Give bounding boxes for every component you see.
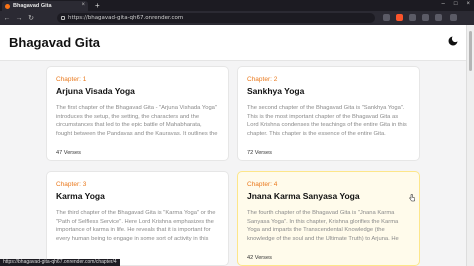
lock-icon (61, 16, 65, 20)
verse-count: 72 Verses (247, 150, 272, 156)
window-controls: – □ × (442, 1, 470, 7)
chapter-number: Chapter: 1 (56, 76, 87, 83)
chapter-summary: The third chapter of the Bhagavad Gita i… (56, 210, 216, 242)
chapter-card[interactable]: Chapter: 1 Arjuna Visada Yoga The first … (46, 66, 229, 161)
site-title[interactable]: Bhagavad Gita (9, 35, 100, 50)
reload-icon[interactable]: ↻ (26, 14, 36, 22)
hand-cursor-icon (409, 194, 415, 202)
window-close-icon[interactable]: × (466, 1, 470, 7)
chapter-number: Chapter: 3 (56, 181, 87, 188)
chapter-summary: The fourth chapter of the Bhagavad Gita … (247, 210, 399, 242)
maximize-icon[interactable]: □ (454, 1, 458, 7)
chapter-number: Chapter: 4 (247, 181, 278, 188)
page-scrollbar[interactable] (466, 25, 474, 266)
scrollbar-thumb[interactable] (469, 31, 472, 71)
address-bar[interactable]: https://bhagavad-gita-qh67.onrender.com (57, 13, 375, 23)
sidebar-icon[interactable] (435, 14, 442, 21)
chapter-name: Karma Yoga (56, 191, 105, 201)
site-favicon-icon (5, 3, 10, 9)
chapter-name: Sankhya Yoga (247, 86, 305, 96)
verse-count: 47 Verses (56, 150, 81, 156)
browser-tab-bar: Bhagavad Gita × + – □ × (0, 0, 474, 11)
link-status-bar: https://bhagavad-gita-qh67.onrender.com/… (0, 259, 120, 266)
forward-icon[interactable]: → (14, 15, 24, 22)
chapter-card[interactable]: Chapter: 3 Karma Yoga The third chapter … (46, 171, 229, 266)
back-icon[interactable]: ← (2, 15, 12, 22)
chapter-card-hovered[interactable]: Chapter: 4 Jnana Karma Sanyasa Yoga The … (237, 171, 420, 266)
menu-icon[interactable] (450, 14, 457, 21)
chapter-card[interactable]: Chapter: 2 Sankhya Yoga The second chapt… (237, 66, 420, 161)
browser-tab[interactable]: Bhagavad Gita × (2, 1, 88, 11)
address-url: https://bhagavad-gita-qh67.onrender.com (68, 15, 184, 21)
brave-shield-icon[interactable] (396, 14, 403, 21)
chapter-summary: The second chapter of the Bhagavad Gita … (247, 105, 407, 137)
tab-title: Bhagavad Gita (13, 3, 52, 9)
new-tab-button[interactable]: + (95, 1, 100, 10)
chapter-number: Chapter: 2 (247, 76, 278, 83)
extension-icon[interactable] (383, 14, 390, 21)
chapter-name: Arjuna Visada Yoga (56, 86, 135, 96)
verse-count: 42 Verses (247, 255, 272, 261)
dark-mode-toggle-icon[interactable] (447, 35, 459, 47)
chapter-name: Jnana Karma Sanyasa Yoga (247, 191, 360, 201)
browser-nav-bar: ← → ↻ https://bhagavad-gita-qh67.onrende… (0, 11, 474, 25)
puzzle-icon[interactable] (422, 14, 429, 21)
download-icon[interactable] (409, 14, 416, 21)
minimize-icon[interactable]: – (442, 1, 445, 7)
chapter-summary: The first chapter of the Bhagavad Gita -… (56, 105, 218, 137)
tab-close-icon[interactable]: × (81, 2, 85, 8)
site-header: Bhagavad Gita (0, 25, 466, 61)
